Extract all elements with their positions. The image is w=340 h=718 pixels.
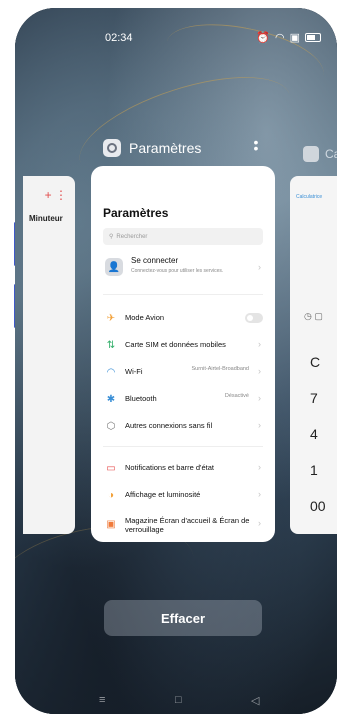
- row-label: Autres connexions sans fil: [125, 421, 213, 430]
- calculator-tab: Calculatrice: [296, 194, 323, 200]
- airplane-icon: ✈: [106, 312, 116, 324]
- row-label: Carte SIM et données mobiles: [125, 340, 226, 349]
- row-label: Mode Avion: [125, 313, 165, 322]
- connections-icon: ⬡: [106, 420, 116, 432]
- calculator-app-icon: [303, 146, 319, 162]
- settings-row-bluetooth[interactable]: ✱ Bluetooth Désactivé ›: [103, 389, 263, 409]
- search-placeholder: Rechercher: [116, 233, 148, 240]
- row-label: Bluetooth: [125, 394, 157, 403]
- settings-row-wifi[interactable]: ◠ Wi-Fi Surnit-Airtel-Broadband ›: [103, 362, 263, 382]
- notifications-icon: ▭: [106, 462, 116, 474]
- wifi-icon: ◠: [274, 32, 285, 44]
- settings-row-sim[interactable]: ⇅ Carte SIM et données mobiles ›: [103, 335, 263, 355]
- magazine-icon: ▣: [106, 518, 116, 530]
- connect-title: Se connecter: [131, 256, 179, 265]
- calc-key-4: 4: [310, 426, 318, 442]
- back-icon[interactable]: ◁: [251, 694, 259, 707]
- phone-screen: 02:34 ⏰ ◠ ▣ Paramètres •• Ca + ⋮ Minuteu…: [15, 8, 337, 714]
- calc-key-1: 1: [310, 462, 318, 478]
- settings-row-notifications[interactable]: ▭ Notifications et barre d'état ›: [103, 458, 263, 478]
- right-app-header[interactable]: Ca: [303, 146, 337, 162]
- row-label: Notifications et barre d'état: [125, 463, 214, 472]
- avatar: 👤: [105, 258, 123, 276]
- clear-all-button[interactable]: Effacer: [104, 600, 262, 636]
- chevron-right-icon: ›: [258, 393, 261, 403]
- status-bar: 02:34 ⏰ ◠ ▣: [15, 30, 337, 48]
- search-input[interactable]: ⚲ Rechercher: [103, 228, 263, 245]
- chevron-right-icon: ›: [258, 489, 261, 499]
- row-label: Wi-Fi: [125, 367, 143, 376]
- bluetooth-icon: ✱: [106, 393, 116, 405]
- chevron-right-icon: ›: [258, 518, 261, 528]
- sim-icon: ⇅: [106, 339, 116, 351]
- navigation-bar: ≡ □ ◁: [15, 694, 337, 710]
- settings-card[interactable]: Paramètres ⚲ Rechercher 👤 Se connecter C…: [91, 166, 275, 542]
- recent-app-title: Paramètres: [129, 140, 202, 156]
- calc-key-7: 7: [310, 390, 318, 406]
- settings-app-icon: [103, 139, 121, 157]
- settings-title: Paramètres: [103, 206, 169, 220]
- history-icon: ◷ ▢: [304, 311, 323, 321]
- recent-app-header[interactable]: Paramètres: [103, 139, 201, 157]
- clock: 02:34: [105, 32, 133, 44]
- chevron-right-icon: ›: [258, 262, 261, 272]
- calc-key-00: 00: [310, 498, 326, 514]
- home-icon[interactable]: □: [175, 694, 182, 706]
- connect-subtitle: Connectez-vous pour utiliser les service…: [131, 268, 224, 274]
- row-label: Magazine Écran d'accueil & Écran de verr…: [125, 516, 250, 534]
- divider: [103, 294, 263, 295]
- airplane-toggle[interactable]: [245, 313, 263, 323]
- calc-key-c: C: [310, 354, 321, 370]
- settings-row-connections[interactable]: ⬡ Autres connexions sans fil ›: [103, 416, 263, 436]
- divider: [103, 446, 263, 447]
- more-vertical-icon[interactable]: • •: [252, 135, 260, 155]
- menu-icon[interactable]: ≡: [99, 694, 105, 706]
- left-app-card[interactable]: + ⋮ Minuteur: [23, 176, 75, 534]
- alarm-icon: ⏰: [256, 32, 270, 44]
- settings-row-display[interactable]: ◑ Affichage et luminosité ›: [103, 485, 263, 505]
- right-app-title: Ca: [325, 147, 337, 161]
- battery-icon: [305, 33, 321, 42]
- left-app-label: Minuteur: [29, 214, 63, 223]
- chevron-right-icon: ›: [258, 339, 261, 349]
- nfc-icon: ▣: [289, 32, 300, 44]
- chevron-right-icon: ›: [258, 366, 261, 376]
- display-icon: ◑: [107, 489, 115, 501]
- right-app-card[interactable]: Calculatrice ◷ ▢ C 7 4 1 00: [290, 176, 337, 534]
- account-connect-row[interactable]: 👤 Se connecter Connectez-vous pour utili…: [103, 254, 263, 284]
- chevron-right-icon: ›: [258, 462, 261, 472]
- chevron-right-icon: ›: [258, 420, 261, 430]
- row-label: Affichage et luminosité: [125, 490, 201, 499]
- search-icon: ⚲: [109, 234, 114, 240]
- settings-row-airplane[interactable]: ✈ Mode Avion: [103, 308, 263, 328]
- row-value: Désactivé: [224, 393, 249, 399]
- left-app-toolbar-icons: + ⋮: [44, 188, 67, 202]
- wifi-icon: ◠: [106, 366, 116, 378]
- settings-row-magazine[interactable]: ▣ Magazine Écran d'accueil & Écran de ve…: [103, 514, 263, 540]
- row-value: Surnit-Airtel-Broadband: [191, 366, 249, 372]
